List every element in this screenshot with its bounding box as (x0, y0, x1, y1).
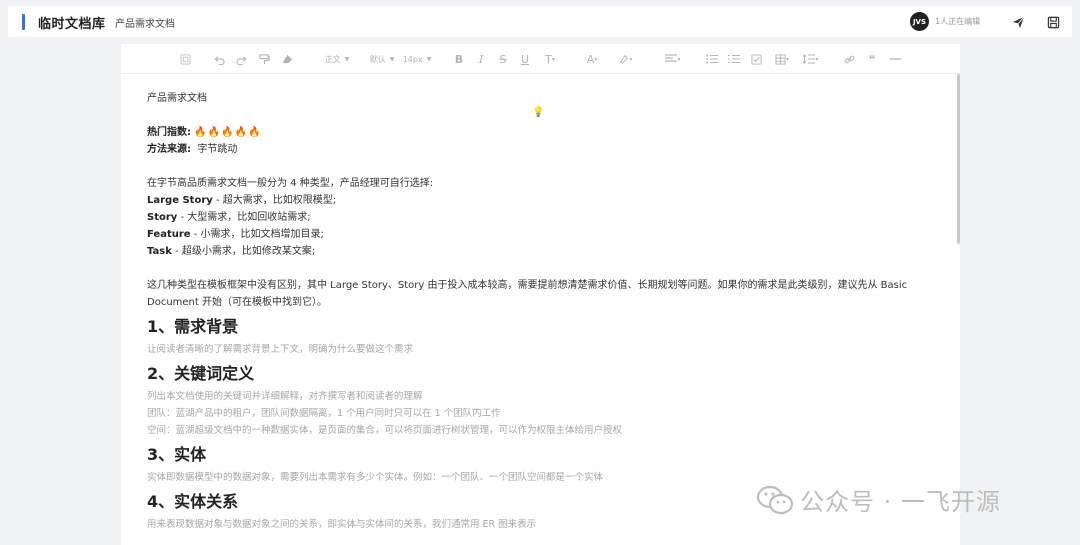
redo-icon[interactable] (235, 52, 247, 66)
document-body[interactable]: 产品需求文档 热门指数: 🔥🔥🔥🔥🔥 方法来源: 字节跳动 在字节高品质需求文档… (147, 90, 927, 533)
chevron-down-icon: ▼ (344, 55, 350, 63)
fire-icons: 🔥🔥🔥🔥🔥 (194, 127, 262, 138)
watermark-text: 公众号 · 一飞开源 (800, 488, 1001, 516)
font-size-value: 14px (402, 54, 423, 64)
link-icon[interactable] (843, 52, 855, 66)
section-description: 用来表现数据对象与数据对象之间的关系，即实体与实体间的关系，我们通常用 ER 图… (147, 519, 537, 530)
bulleted-list-icon[interactable] (706, 52, 718, 66)
chevron-down-icon: ▼ (389, 55, 395, 63)
type-item: Task - 超级小需求，比如修改某文案; (147, 243, 927, 260)
section-description: 团队：蓝湖产品中的租户，团队间数据隔离，1 个用户同时只可以在 1 个团队内工作 (147, 408, 501, 419)
type-name: Large Story (147, 195, 213, 206)
hot-index-label: 热门指数: (147, 127, 191, 138)
editor-panel: 正文▼ 默认▼ 14px▼ B I S U T▾ A▾ ▾ ▾ ▾ ▾ (121, 44, 960, 545)
intro-text: 在字节高品质需求文档一般分为 4 种类型，产品经理可自行选择: (147, 178, 434, 189)
document-title-line: 产品需求文档 (147, 93, 207, 104)
send-icon[interactable] (1010, 14, 1026, 30)
hot-index-line: 热门指数: 🔥🔥🔥🔥🔥 (147, 124, 927, 141)
align-icon[interactable]: ▾ (662, 52, 684, 66)
undo-icon[interactable] (213, 52, 225, 66)
title-accent-bar (22, 14, 25, 30)
numbered-list-icon[interactable] (728, 52, 740, 66)
format-painter-icon[interactable] (179, 52, 191, 66)
type-item: Large Story - 超大需求，比如权限模型; (147, 192, 927, 209)
type-desc: - 超大需求，比如权限模型; (212, 195, 337, 206)
type-name: Feature (147, 229, 191, 240)
presence-text: 1人正在编辑 (935, 17, 981, 26)
clear-format-icon[interactable] (281, 52, 293, 66)
wechat-icon (756, 485, 794, 514)
top-header: 临时文档库 产品需求文档 JVS 1人正在编辑 (8, 6, 1072, 37)
quote-icon[interactable]: ❝ (866, 52, 878, 66)
section-heading: 1、需求背景 (147, 317, 239, 336)
source-value: 字节跳动 (197, 144, 238, 155)
italic-icon[interactable]: I (475, 52, 487, 66)
font-family-select[interactable]: 默认 ▼ (363, 52, 401, 66)
bold-icon[interactable]: B (453, 52, 465, 66)
type-name: Task (147, 246, 172, 257)
superscript-icon[interactable]: T ▾ (541, 52, 559, 66)
source-label: 方法来源: (147, 144, 191, 155)
line-height-icon[interactable]: ▾ (800, 52, 822, 66)
editing-presence: JVS 1人正在编辑 (910, 12, 980, 31)
section-heading: 3、实体 (147, 445, 207, 464)
font-color-icon[interactable]: A ▾ (583, 52, 601, 66)
paint-format-icon[interactable] (258, 52, 270, 66)
checklist-icon[interactable] (750, 52, 762, 66)
type-desc: - 超级小需求，比如修改某文案; (171, 246, 316, 257)
type-name: Story (147, 212, 178, 223)
type-desc: - 小需求，比如文档增加目录; (190, 229, 324, 240)
horizontal-rule-icon[interactable] (889, 52, 901, 66)
watermark: 公众号 · 一飞开源 (756, 482, 1001, 517)
note-paragraph: 这几种类型在模板框架中没有区别，其中 Large Story、Story 由于投… (147, 280, 908, 308)
paragraph-style-select[interactable]: 正文 ▼ (317, 52, 357, 66)
document-breadcrumb[interactable]: 产品需求文档 (115, 15, 175, 30)
paragraph-style-value: 正文 (324, 54, 341, 64)
save-icon[interactable] (1045, 14, 1061, 30)
font-size-select[interactable]: 14px ▼ (400, 52, 434, 66)
highlight-color-icon[interactable]: ▾ (617, 52, 635, 66)
format-toolbar: 正文▼ 默认▼ 14px▼ B I S U T▾ A▾ ▾ ▾ ▾ ▾ (121, 44, 960, 74)
user-avatar[interactable]: JVS (910, 12, 929, 31)
section-heading: 2、关键词定义 (147, 364, 255, 383)
type-item: Feature - 小需求，比如文档增加目录; (147, 226, 927, 243)
vertical-scrollbar[interactable] (957, 74, 960, 244)
strikethrough-icon[interactable]: S (497, 52, 509, 66)
lightbulb-icon[interactable]: 💡 (532, 107, 544, 118)
font-family-value: 默认 (369, 54, 386, 64)
underline-icon[interactable]: U (519, 52, 531, 66)
type-item: Story - 大型需求，比如回收站需求; (147, 209, 927, 226)
chevron-down-icon: ▼ (426, 55, 432, 63)
section-description: 让阅读者清晰的了解需求背景上下文，明确为什么要做这个需求 (147, 344, 414, 355)
source-line: 方法来源: 字节跳动 (147, 141, 927, 158)
section-description: 列出本文档使用的关键词并详细解释，对齐撰写者和阅读者的理解 (147, 391, 423, 402)
table-icon[interactable]: ▾ (771, 52, 793, 66)
section-description: 空间：蓝湖超级文档中的一种数据实体，是页面的集合，可以将页面进行树状管理，可以作… (147, 425, 623, 436)
app-title: 临时文档库 (38, 17, 106, 32)
type-desc: - 大型需求，比如回收站需求; (177, 212, 311, 223)
